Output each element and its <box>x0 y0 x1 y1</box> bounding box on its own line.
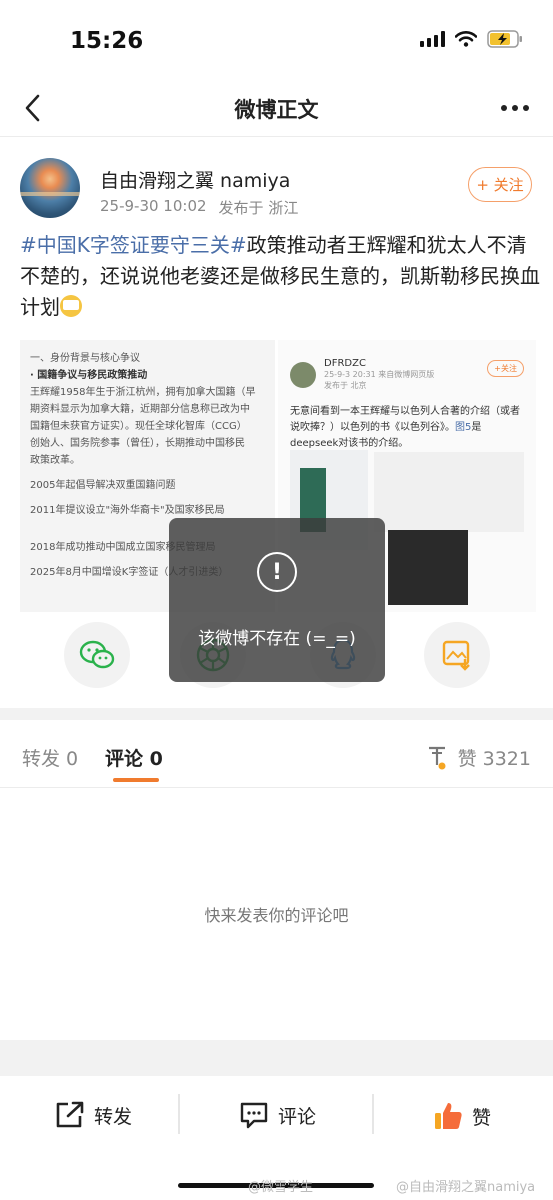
more-options-button[interactable] <box>495 90 535 126</box>
share-wechat-button[interactable] <box>64 622 130 688</box>
image-text-line: 国籍但未获官方证实）。现任全球化智库（CCG） <box>30 421 247 432</box>
image-text-line: 政策改革。 <box>30 455 80 466</box>
action-divider <box>178 1094 180 1134</box>
image-avatar <box>290 361 316 388</box>
image-text-line: 王辉耀1958年生于浙江杭州，拥有加拿大国籍（早 <box>30 387 256 398</box>
warning-icon: ! <box>257 552 297 592</box>
post-location: 发布于 浙江 <box>218 199 299 217</box>
status-bar: 15:26 <box>0 0 553 80</box>
image-text-line: · 国籍争议与移民政策推动 <box>30 370 148 381</box>
tabs-divider <box>0 787 553 788</box>
cellular-signal-icon <box>420 31 445 47</box>
image-text-line: 一、身份背景与核心争议 <box>30 353 140 364</box>
like-badge-icon <box>428 746 446 769</box>
like-button[interactable]: 赞 <box>432 1100 491 1132</box>
watermark-left: @微雪学生 <box>248 1180 314 1195</box>
emoji-icon <box>60 295 82 317</box>
comment-icon <box>240 1102 268 1129</box>
post-tabs: 转发 0 评论 0 赞 3321 <box>0 720 553 788</box>
tab-repost[interactable]: 转发 0 <box>22 744 78 771</box>
section-separator <box>0 708 553 720</box>
image-location: 发布于 北京 <box>324 381 367 390</box>
post-meta: 25-9-30 10:02 发布于 浙江 <box>100 197 298 218</box>
page-title: 微博正文 <box>234 98 319 122</box>
image-author-name: DFRDZC <box>324 358 366 369</box>
image-follow-label: +关注 <box>487 360 524 377</box>
save-image-button[interactable] <box>424 622 490 688</box>
nav-divider <box>0 136 553 137</box>
repost-button[interactable]: 转发 <box>54 1100 132 1130</box>
more-dots-icon <box>501 105 507 111</box>
post-date: 25-9-30 10:02 <box>100 197 207 215</box>
image-meta: 25-9-3 20:31 来自微博网页版 <box>324 370 435 379</box>
wifi-icon <box>455 31 477 47</box>
wechat-icon <box>79 640 115 669</box>
post-text: #中国K字签证要守三关#政策推动者王辉耀和犹太人不清不楚的，还说说他老婆还是做移… <box>20 230 540 323</box>
tab-like[interactable]: 赞 3321 <box>426 744 531 771</box>
nav-bar: 微博正文 <box>0 80 553 136</box>
comment-label: 评论 <box>278 1105 317 1128</box>
author-avatar[interactable] <box>20 158 80 218</box>
active-tab-indicator <box>113 778 159 782</box>
tab-comment[interactable]: 评论 0 <box>105 744 163 771</box>
image-dark-thumb <box>388 530 468 605</box>
bottom-action-bar: 转发 评论 赞 <box>0 1076 553 1156</box>
image-text-line: 期资料显示为加拿大籍，近期部分信息称已改为中 <box>30 404 250 415</box>
thumbs-up-icon <box>435 1103 462 1129</box>
comment-button[interactable]: 评论 <box>238 1100 316 1130</box>
like-count: 赞 3321 <box>457 748 531 770</box>
repost-icon <box>56 1101 84 1128</box>
author-name[interactable]: 自由滑翔之翼 namiya <box>100 166 290 193</box>
status-icons <box>420 30 523 48</box>
image-text-line: 2005年起倡导解决双重国籍问题 <box>30 480 176 491</box>
image-body-text: 无意间看到一本王辉耀与以色列人合著的介绍（或者说吹捧？）以色列的书《以色列谷》。… <box>290 406 520 449</box>
toast-message: 该微博不存在 (=_=) <box>198 629 356 649</box>
hashtag-link[interactable]: #中国K字签证要守三关# <box>20 233 247 257</box>
image-text-line: 创始人、国务院参事（曾任），长期推动中国移民 <box>30 438 245 449</box>
section-separator <box>0 1040 553 1076</box>
follow-button[interactable]: + 关注 <box>468 167 532 202</box>
image-screenshot-thumb <box>374 452 524 532</box>
image-author-row: DFRDZC 25-9-3 20:31 来自微博网页版 发布于 北京 <box>290 358 434 391</box>
empty-comments-hint: 快来发表你的评论吧 <box>204 906 349 925</box>
image-text-line: 2011年提议设立"海外华裔卡"及国家移民局 <box>30 505 225 516</box>
repost-label: 转发 <box>94 1105 133 1128</box>
status-time: 15:26 <box>70 28 144 54</box>
save-image-icon <box>442 640 470 671</box>
error-toast: ! 该微博不存在 (=_=) <box>169 518 385 682</box>
watermark-right: @自由滑翔之翼namiya <box>396 1180 536 1195</box>
battery-charging-icon <box>487 30 523 48</box>
action-divider <box>372 1094 374 1134</box>
like-label: 赞 <box>472 1106 492 1129</box>
